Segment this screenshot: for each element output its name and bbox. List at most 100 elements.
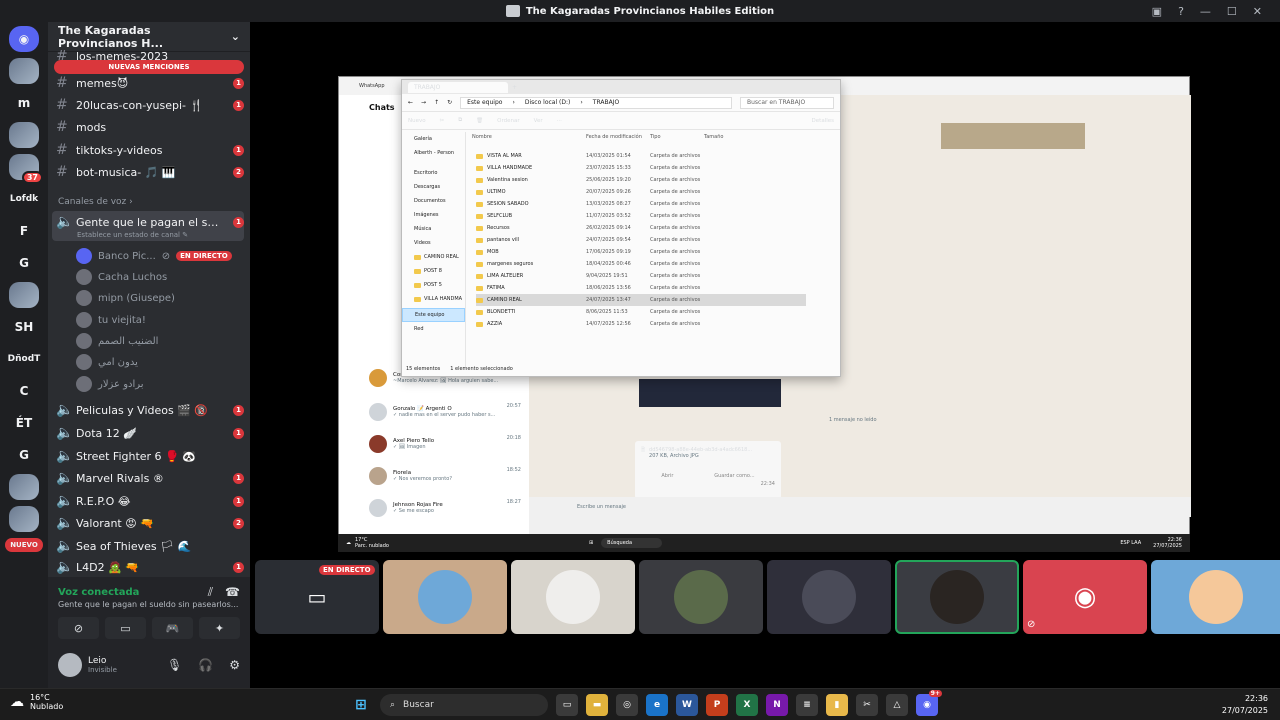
snipping-icon[interactable]: ✂ [856,694,878,716]
disconnect-icon[interactable]: ☎ [225,585,240,599]
forward-icon[interactable]: → [421,99,426,106]
server-dnodt[interactable]: DñodT [8,346,41,372]
discord-icon[interactable]: ◉ 9+ [916,690,942,716]
minimize-button[interactable]: — [1200,5,1211,18]
search-box[interactable]: ⌕ Buscar [380,694,548,716]
camera-off-button[interactable]: ⊘ [58,617,99,639]
chat-item[interactable]: Axel Piero Tello ✓ 🖼 Imagen 20:18 [369,433,525,455]
file-row[interactable]: FATIMA 18/06/2025 13:56 Carpeta de archivo… [476,282,806,294]
channel-memes[interactable]: # memes😈 1 [56,72,244,94]
nav-item[interactable]: Red [402,322,465,336]
voice-user[interactable]: tu viejita! [76,310,244,330]
user-tile-speaking[interactable] [895,560,1019,634]
voice-user[interactable]: يدون امي [76,352,244,372]
file-row[interactable]: SELFCLUB 11/07/2025 03:52 Carpeta de archi… [476,210,806,222]
file-row[interactable]: VISTA AL MAR 14/03/2025 01:54 Carpeta de a… [476,150,806,162]
voice-category[interactable]: Canales de voz › [58,197,133,207]
sort-button[interactable]: Ordenar [497,118,520,124]
edge-icon[interactable]: e [646,694,668,716]
user-tile[interactable] [767,560,891,634]
active-voice-name[interactable]: Gente que le pagan el sueld... [76,216,225,229]
cut-icon[interactable]: ✂ [440,118,445,124]
stream-tile[interactable]: EN DIRECTO ▭ [255,560,379,634]
column-type[interactable]: Tipo [650,134,704,146]
activity-button[interactable]: 🎮 [152,617,193,639]
file-row[interactable]: AZZIA 14/07/2025 12:56 Carpeta de archivos [476,318,806,330]
nav-item[interactable]: Escritorio [402,166,465,180]
view-button[interactable]: Ver [534,118,543,124]
file-row[interactable]: MOB 17/06/2025 09:19 Carpeta de archivos [476,246,806,258]
nav-item[interactable]: Imágenes [402,208,465,222]
image-message[interactable] [941,123,1085,149]
user-tile[interactable] [639,560,763,634]
video-message[interactable] [639,379,781,407]
voice-user[interactable]: Cacha Luchos [76,267,244,287]
user-tile[interactable]: ◉ ⊘ [1023,560,1147,634]
file-row[interactable]: margenes seguros 18/04/2025 00:46 Carpeta … [476,258,806,270]
stream-search[interactable]: Búsqueda [601,538,663,548]
system-clock[interactable]: 22:36 27/07/2025 [1222,693,1268,717]
channel-tiktoks[interactable]: # tiktoks-y-videos 1 [56,139,244,161]
nav-item[interactable]: Documentos [402,194,465,208]
file-row[interactable]: pantanos vill 24/07/2025 09:54 Carpeta de … [476,234,806,246]
sticky-icon[interactable]: ▮ [826,694,848,716]
excel-icon[interactable]: X [736,694,758,716]
voice-channel[interactable]: 🔈 Valorant 😡 🔫 2 [56,512,244,534]
explorer-tab[interactable]: TRABAJO [408,81,508,93]
server-icon[interactable] [9,122,39,148]
file-row[interactable]: BLONDETTI 8/06/2025 11:53 Carpeta de archi… [476,306,806,318]
user-tile[interactable] [1151,560,1280,634]
voice-channel[interactable]: 🔈 Sea of Thieves 🏳 🌊 [56,535,244,557]
voice-channel[interactable]: 🔈 L4D2 🧟 🔫 1 [56,558,244,576]
voice-user[interactable]: برادو عزلار [76,374,244,394]
file-row[interactable]: ULTIMO 20/07/2025 09:26 Carpeta de archivo… [476,186,806,198]
voice-channel[interactable]: 🔈 R.E.P.O 😂 1 [56,490,244,512]
powerpoint-icon[interactable]: P [706,694,728,716]
headphones-icon[interactable]: 🎧 [198,658,213,672]
server-icon[interactable] [9,474,39,500]
file-row[interactable]: SESION SABADO 13/03/2025 08:27 Carpeta de … [476,198,806,210]
inbox-icon[interactable]: ▣ [1152,5,1162,18]
soundboard-button[interactable]: ✦ [199,617,240,639]
up-icon[interactable]: ↑ [434,99,439,106]
channel-20lucas[interactable]: #20lucas-con-yusepi- 🍴 1 [56,94,244,116]
address-bar[interactable]: Este equipo › Disco local (D:) › TRABAJO [460,96,732,109]
start-icon[interactable]: ⊞ [350,694,372,716]
file-message[interactable]: 🗎 dd546798-a88e-44eb-ab3d-a4adc6618... 207… [635,441,781,499]
mic-icon[interactable]: 🎙 [167,658,182,672]
voice-channel[interactable]: 🔈 Peliculas y Videos 🎬 🔞 1 [56,399,244,421]
details-button[interactable]: Detalles [812,118,834,124]
nav-item[interactable]: POST 5 [402,278,465,292]
voice-channel[interactable]: 🔈 Dota 12 🪽 1 [56,422,244,444]
task-view-icon[interactable]: ▭ [556,694,578,716]
server-m[interactable]: m [9,90,39,116]
refresh-icon[interactable]: ↻ [447,99,452,106]
file-row[interactable]: VILLA HANDMADE 23/07/2025 15:33 Carpeta de… [476,162,806,174]
nav-item[interactable]: CAMINO REAL [402,250,465,264]
word-icon[interactable]: W [676,694,698,716]
gear-icon[interactable]: ⚙ [229,658,240,672]
copy-icon[interactable]: ⧉ [458,117,462,124]
channel-status[interactable]: Establece un estado de canal ✎ [77,231,188,239]
nav-item[interactable]: Alberth - Person [402,146,465,160]
server-lofdk[interactable]: Lofdk [9,186,39,212]
onenote-icon[interactable]: N [766,694,788,716]
maximize-button[interactable]: ☐ [1227,5,1237,18]
column-size[interactable]: Tamaño [704,134,723,146]
chrome-icon[interactable]: ◎ [616,694,638,716]
server-c[interactable]: C [9,378,39,404]
add-tab-icon[interactable]: + [512,84,517,91]
nav-item[interactable]: Galería [402,132,465,146]
discord-home-icon[interactable]: ◉ [9,26,39,52]
screen-share-button[interactable]: ▭ [105,617,146,639]
server-g2[interactable]: G [9,442,39,468]
chat-item[interactable]: Gonzalo 📝 Argenti O ✓ nadie mas en el ser… [369,401,525,423]
nav-item-this-pc[interactable]: Este equipo [402,308,465,322]
server-f[interactable]: F [9,218,39,244]
open-button[interactable]: Abrir [661,473,673,479]
windows-icon[interactable]: ⊞ [589,540,593,546]
server-g[interactable]: G [9,250,39,276]
chat-item[interactable]: Jehnson Rojas Fire ✓ Se me escapo 18:27 [369,497,525,519]
save-as-button[interactable]: Guardar como... [714,473,754,479]
stream-screen[interactable]: WhatsApp Chats Comunia Gtma 2020/1~Marce… [338,76,1191,552]
